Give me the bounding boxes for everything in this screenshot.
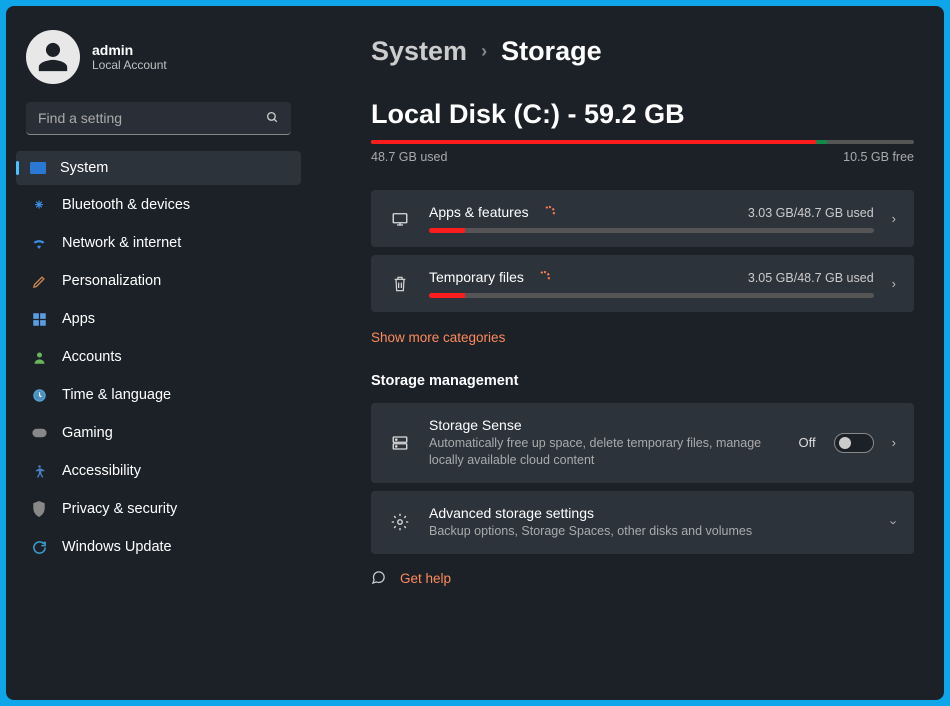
search-wrap [16,102,301,149]
drive-icon [389,434,411,452]
sidebar: admin Local Account System ⁕Bluetooth & d… [6,6,311,700]
avatar [26,30,80,84]
get-help-row: Get help [371,570,914,588]
category-title: Apps & features [429,204,529,220]
loading-spinner-icon [543,206,555,218]
chevron-right-icon: › [892,211,896,226]
category-stat: 3.05 GB/48.7 GB used [748,271,874,285]
chevron-down-icon: › [886,520,901,524]
disk-title: Local Disk (C:) - 59.2 GB [371,99,914,130]
breadcrumb-current: Storage [501,36,602,67]
chevron-right-icon: › [481,41,487,62]
sidebar-item-system[interactable]: System [16,151,301,185]
sidebar-item-label: Personalization [62,273,161,289]
sidebar-item-time-language[interactable]: Time & language [16,377,301,413]
toggle-knob [839,437,851,449]
sidebar-item-privacy-security[interactable]: Privacy & security [16,491,301,527]
search-field[interactable] [26,102,291,135]
sidebar-item-personalization[interactable]: Personalization [16,263,301,299]
content-area: System › Storage Local Disk (C:) - 59.2 … [311,6,944,700]
storage-sense-title: Storage Sense [429,417,781,433]
user-block[interactable]: admin Local Account [16,24,301,102]
category-bar-fill [429,293,465,298]
show-more-categories-link[interactable]: Show more categories [371,330,505,345]
breadcrumb-parent[interactable]: System [371,36,467,67]
sidebar-item-accessibility[interactable]: Accessibility [16,453,301,489]
sidebar-item-label: System [60,160,108,176]
category-bar-fill [429,228,465,233]
storage-sense-toggle[interactable] [834,433,874,453]
sidebar-item-label: Network & internet [62,235,181,251]
sidebar-item-accounts[interactable]: Accounts [16,339,301,375]
chevron-right-icon: › [892,276,896,291]
disk-bar-extra [816,140,827,144]
category-stat: 3.03 GB/48.7 GB used [748,206,874,220]
advanced-storage-sub: Backup options, Storage Spaces, other di… [429,523,874,540]
gear-icon [389,513,411,531]
user-name: admin [92,42,167,58]
sidebar-item-network-internet[interactable]: Network & internet [16,225,301,261]
sidebar-item-bluetooth-devices[interactable]: ⁕Bluetooth & devices [16,187,301,223]
user-account-type: Local Account [92,58,167,72]
disk-usage-bar [371,140,914,144]
storage-sense-state: Off [799,435,816,450]
sidebar-item-gaming[interactable]: Gaming [16,415,301,451]
sidebar-item-label: Gaming [62,425,113,441]
sidebar-item-label: Accounts [62,349,122,365]
category-card-apps-features[interactable]: Apps & features 3.03 GB/48.7 GB used › [371,190,914,247]
disk-used-label: 48.7 GB used [371,150,447,164]
storage-management-heading: Storage management [371,373,914,389]
breadcrumb: System › Storage [371,36,914,67]
sidebar-item-label: Time & language [62,387,171,403]
disk-free-label: 10.5 GB free [843,150,914,164]
category-bar [429,228,874,233]
sidebar-item-apps[interactable]: Apps [16,301,301,337]
sidebar-item-label: Apps [62,311,95,327]
loading-spinner-icon [538,271,550,283]
search-input[interactable] [38,110,257,126]
trash-icon [389,275,411,293]
category-bar [429,293,874,298]
disk-bar-used [371,140,816,144]
get-help-link[interactable]: Get help [400,571,451,586]
category-title: Temporary files [429,269,524,285]
help-icon [371,570,386,588]
settings-window: admin Local Account System ⁕Bluetooth & d… [6,6,944,700]
advanced-storage-title: Advanced storage settings [429,505,874,521]
storage-sense-card[interactable]: Storage Sense Automatically free up spac… [371,403,914,483]
sidebar-item-label: Windows Update [62,539,172,555]
sidebar-item-label: Privacy & security [62,501,177,517]
storage-sense-sub: Automatically free up space, delete temp… [429,435,781,469]
disk-meta: 48.7 GB used 10.5 GB free [371,150,914,164]
sidebar-item-windows-update[interactable]: Windows Update [16,529,301,565]
chevron-right-icon: › [892,435,896,450]
category-card-temporary-files[interactable]: Temporary files 3.05 GB/48.7 GB used › [371,255,914,312]
sidebar-item-label: Accessibility [62,463,141,479]
sidebar-item-label: Bluetooth & devices [62,197,190,213]
apps-icon [389,210,411,228]
advanced-storage-card[interactable]: Advanced storage settings Backup options… [371,491,914,554]
nav: System ⁕Bluetooth & devices Network & inte… [16,149,301,567]
search-icon [266,111,279,127]
